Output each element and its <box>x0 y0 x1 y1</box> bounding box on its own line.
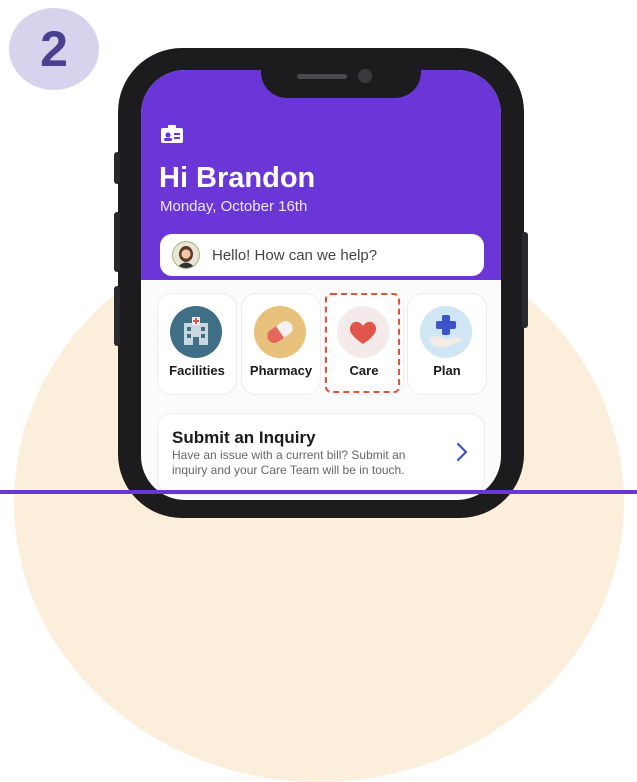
help-search-bar[interactable]: Hello! How can we help? <box>160 234 484 276</box>
tile-plan[interactable]: Plan <box>408 294 486 394</box>
agent-avatar-icon <box>172 241 200 269</box>
tile-label: Pharmacy <box>249 363 313 378</box>
tile-facilities[interactable]: Facilities <box>158 294 236 394</box>
submit-inquiry-card[interactable]: Submit an Inquiry Have an issue with a c… <box>158 414 484 494</box>
date-label: Monday, October 16th <box>160 198 308 215</box>
bottom-accent-line <box>0 490 637 494</box>
help-prompt-text: Hello! How can we help? <box>212 246 378 264</box>
greeting-heading: Hi Brandon <box>159 162 316 194</box>
phone-power-button <box>522 232 528 328</box>
care-highlight-box <box>325 293 400 393</box>
tile-pharmacy[interactable]: Pharmacy <box>242 294 320 394</box>
building-icon <box>170 306 222 358</box>
phone-side-button <box>114 152 120 184</box>
tile-label: Facilities <box>169 363 225 378</box>
phone-volume-up <box>114 212 120 272</box>
inquiry-description: Have an issue with a current bill? Submi… <box>172 448 406 477</box>
hand-plus-icon <box>420 306 472 358</box>
id-card-icon[interactable] <box>160 124 184 149</box>
phone-notch <box>261 48 421 98</box>
tile-label: Plan <box>433 363 461 378</box>
speaker <box>297 74 347 79</box>
inquiry-title: Submit an Inquiry <box>172 428 316 447</box>
phone-volume-down <box>114 286 120 346</box>
front-camera <box>358 69 372 83</box>
pill-icon <box>254 306 306 358</box>
chevron-right-icon <box>456 442 468 467</box>
step-number-badge: 2 <box>9 8 99 90</box>
